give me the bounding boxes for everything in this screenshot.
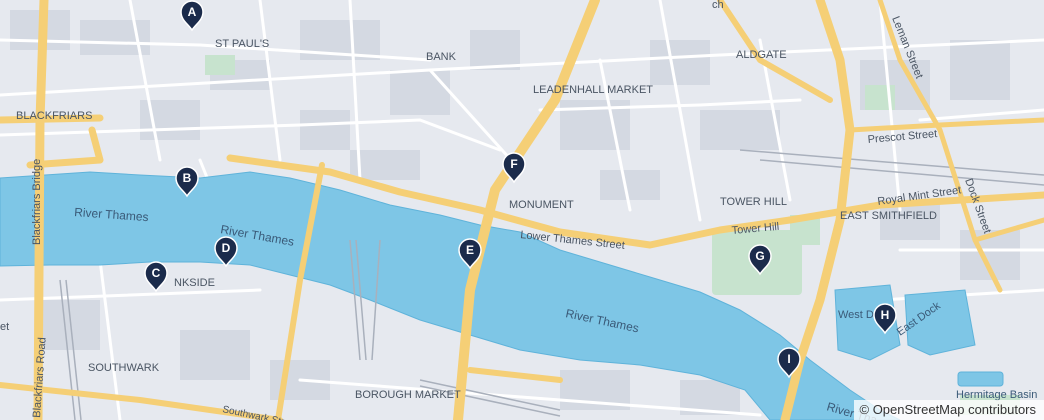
marker-letter: B xyxy=(183,171,192,185)
osm-attribution-link[interactable]: © OpenStreetMap contributors xyxy=(860,402,1037,417)
label-leadenhall-market: LEADENHALL MARKET xyxy=(533,84,653,96)
marker-letter: F xyxy=(510,157,517,171)
label-edge-ch: ch xyxy=(712,0,724,11)
label-aldgate: ALDGATE xyxy=(736,49,787,61)
marker-letter: C xyxy=(152,266,161,280)
marker-letter: H xyxy=(881,308,890,322)
map-attribution[interactable]: © OpenStreetMap contributors xyxy=(853,400,1044,420)
label-tower-hill: TOWER HILL xyxy=(720,196,787,208)
marker-letter: D xyxy=(222,241,231,255)
label-blackfriars: BLACKFRIARS xyxy=(16,110,92,122)
label-st-pauls: ST PAUL'S xyxy=(215,38,269,50)
label-bank: BANK xyxy=(426,51,457,63)
map-canvas[interactable]: Blackfriars Bridge Blackfriars Road Sout… xyxy=(0,0,1044,420)
label-blackfriars-bridge: Blackfriars Bridge xyxy=(31,159,43,245)
marker-letter: I xyxy=(787,352,790,366)
marker-letter: G xyxy=(755,249,764,263)
marker-letter: A xyxy=(188,5,197,19)
label-bankside: NKSIDE xyxy=(174,277,215,289)
label-east-smithfield: EAST SMITHFIELD xyxy=(840,210,937,222)
label-borough-market: BOROUGH MARKET xyxy=(355,389,461,401)
label-edge-et: et xyxy=(0,321,9,333)
marker-letter: E xyxy=(466,243,474,257)
label-southwark: SOUTHWARK xyxy=(88,362,160,374)
label-monument: MONUMENT xyxy=(509,199,574,211)
